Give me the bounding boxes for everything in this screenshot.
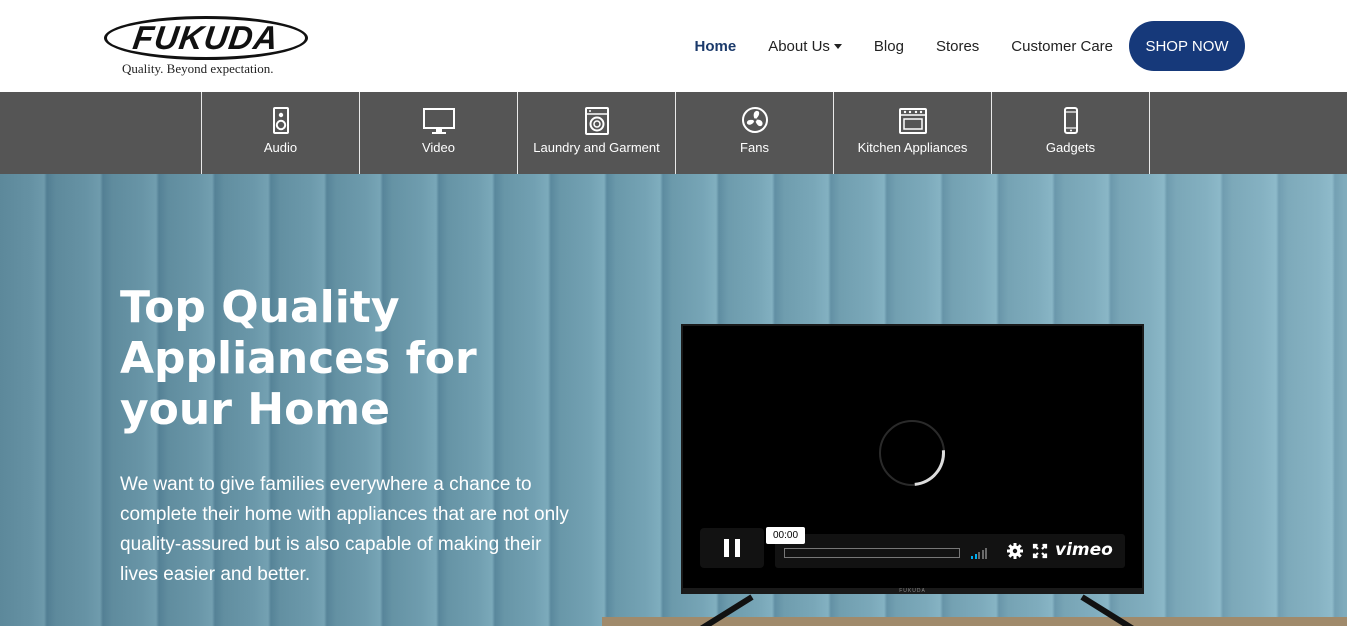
- nav-item-label: Blog: [873, 37, 904, 55]
- vimeo-logo[interactable]: vimeo: [1055, 540, 1113, 560]
- video-controls: vimeo: [775, 534, 1125, 568]
- loading-spinner-icon: [865, 406, 959, 500]
- hero-title: Top Quality Appliances for your Home: [120, 282, 477, 435]
- pause-button[interactable]: [700, 528, 764, 568]
- shop-now-button[interactable]: SHOP NOW: [1129, 21, 1245, 71]
- category-fans[interactable]: Fans: [676, 92, 834, 174]
- category-label: Kitchen Appliances: [857, 140, 968, 155]
- category-list: Audio Video Laundry and Garment Fans Kit…: [201, 92, 1150, 174]
- category-bar: Audio Video Laundry and Garment Fans Kit…: [0, 92, 1347, 174]
- nav-item-home[interactable]: Home: [695, 38, 737, 55]
- monitor-icon: [422, 108, 455, 134]
- nav-item-customer-care[interactable]: Customer Care: [1011, 38, 1113, 55]
- category-label: Fans: [740, 140, 769, 155]
- chevron-down-icon: [833, 43, 842, 49]
- video-time-tooltip: 00:00: [766, 527, 805, 544]
- hero-description: We want to give families everywhere a ch…: [120, 474, 569, 585]
- logo-wordmark: FUKUDA: [130, 19, 282, 56]
- pause-icon: [724, 539, 729, 557]
- logo-tagline: Quality. Beyond expectation.: [122, 61, 274, 76]
- brand-logo[interactable]: FUKUDA Quality. Beyond expectation.: [104, 16, 314, 78]
- oven-icon: [898, 108, 927, 134]
- pause-icon: [735, 539, 740, 557]
- tv-brand-label: FUKUDA: [899, 588, 926, 594]
- category-video[interactable]: Video: [360, 92, 518, 174]
- category-label: Video: [421, 140, 455, 155]
- category-audio[interactable]: Audio: [202, 92, 360, 174]
- hero-banner: Top Quality Appliances for your Home We …: [0, 174, 1347, 626]
- nav-item-about-us[interactable]: About Us: [768, 38, 842, 55]
- category-laundry[interactable]: Laundry and Garment: [518, 92, 676, 174]
- category-label: Laundry and Garment: [533, 140, 660, 155]
- nav-item-blog[interactable]: Blog: [874, 38, 904, 55]
- nav-item-stores[interactable]: Stores: [936, 38, 979, 55]
- category-label: Gadgets: [1045, 140, 1096, 155]
- volume-icon[interactable]: [971, 547, 989, 559]
- speaker-icon: [272, 107, 289, 134]
- nav-item-label: Stores: [935, 37, 980, 55]
- nav-item-label: About Us: [768, 37, 830, 55]
- main-nav: Home About Us Blog Stores Customer Care …: [663, 0, 1245, 92]
- nav-item-label: Home: [694, 37, 737, 55]
- site-header: FUKUDA Quality. Beyond expectation. Home…: [0, 0, 1347, 92]
- category-gadgets[interactable]: Gadgets: [992, 92, 1150, 174]
- video-progress-bar[interactable]: [784, 548, 960, 558]
- washing-machine-icon: [584, 107, 609, 135]
- nav-item-label: Customer Care: [1011, 37, 1113, 55]
- category-label: Audio: [263, 140, 298, 155]
- phone-icon: [1063, 107, 1078, 134]
- fullscreen-icon[interactable]: [1031, 542, 1049, 560]
- fan-icon: [741, 107, 768, 133]
- category-kitchen[interactable]: Kitchen Appliances: [834, 92, 992, 174]
- settings-gear-icon[interactable]: [1006, 542, 1024, 560]
